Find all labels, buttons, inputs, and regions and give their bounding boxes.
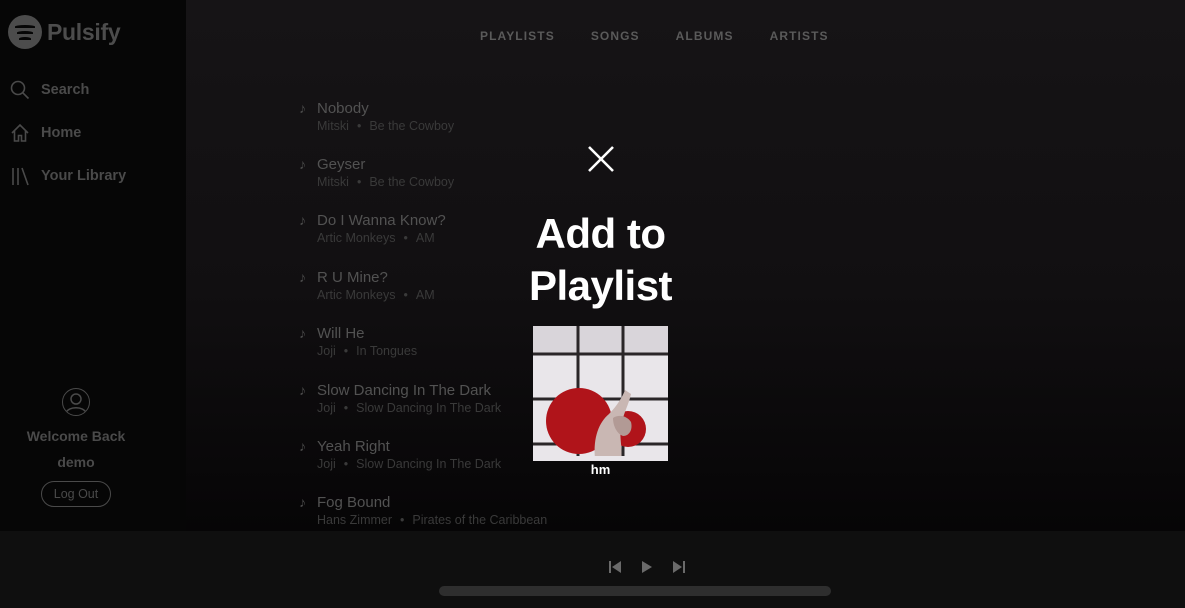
playlist-cover [533, 326, 668, 461]
modal-title-line: Playlist [528, 262, 673, 309]
add-to-playlist-modal: Add to Playlist hm [0, 0, 1185, 608]
playlist-card[interactable]: hm [533, 326, 668, 477]
modal-title: Add to Playlist [500, 208, 701, 312]
modal-title-line: Add to [535, 210, 666, 257]
close-icon[interactable] [586, 144, 616, 174]
playlist-name: hm [590, 462, 611, 477]
